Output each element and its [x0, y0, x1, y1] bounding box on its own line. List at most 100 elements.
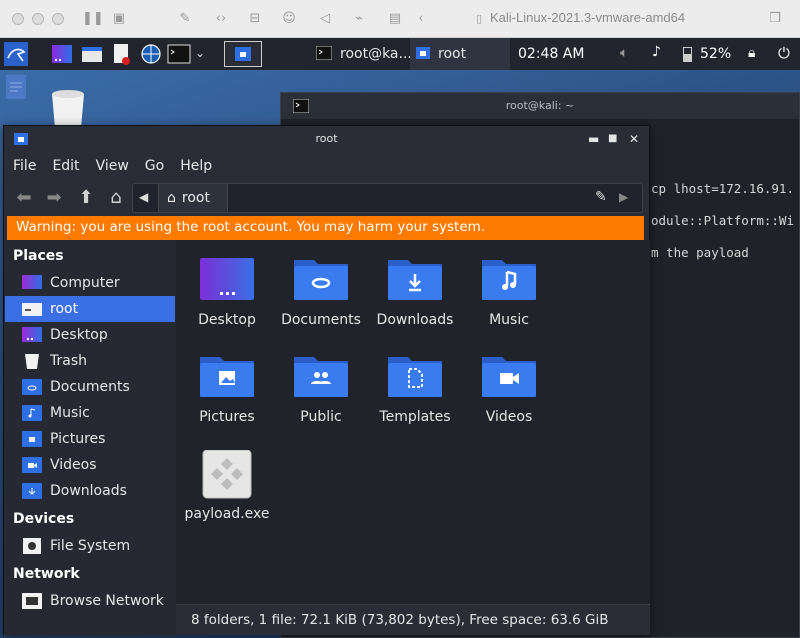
- fullscreen-icon[interactable]: ❐: [766, 10, 784, 28]
- minimize-window-button[interactable]: [32, 13, 44, 25]
- downloads-folder-icon: [22, 483, 42, 499]
- menu-edit[interactable]: Edit: [52, 158, 79, 174]
- file-item-pictures[interactable]: Pictures: [180, 343, 274, 433]
- notification-bell-icon[interactable]: ♪: [652, 44, 661, 60]
- menu-bar: File Edit View Go Help: [4, 152, 649, 180]
- sidebar-item-label: Trash: [50, 353, 87, 369]
- sidebar-item-browse-network[interactable]: Browse Network: [5, 588, 175, 614]
- videos-folder-icon: [482, 357, 536, 397]
- volume-icon[interactable]: 🔈︎: [620, 45, 628, 61]
- file-item-public[interactable]: Public: [274, 343, 368, 433]
- file-item-music[interactable]: Music: [462, 246, 556, 336]
- sidebar-item-label: Documents: [50, 379, 130, 395]
- clock[interactable]: 02:48 AM: [518, 38, 584, 70]
- sidebar-item-label: Music: [50, 405, 90, 421]
- browser-icon[interactable]: [139, 42, 163, 66]
- close-window-button[interactable]: [12, 13, 24, 25]
- minimize-icon[interactable]: ▬: [588, 126, 599, 152]
- file-item-downloads[interactable]: Downloads: [368, 246, 462, 336]
- home-icon[interactable]: ⌂: [104, 186, 128, 210]
- path-right-arrow-icon[interactable]: ▶: [619, 190, 628, 204]
- sidebar-item-desktop[interactable]: Desktop: [5, 322, 175, 348]
- sidebar-item-downloads[interactable]: Downloads: [5, 478, 175, 504]
- path-bar[interactable]: ◀ ⌂ root ✎ ▶: [132, 183, 643, 213]
- status-bar: 8 folders, 1 file: 72.1 KiB (73,802 byte…: [176, 604, 650, 635]
- sidebar-item-label: Browse Network: [50, 593, 164, 609]
- sidebar-item-videos[interactable]: Videos: [5, 452, 175, 478]
- user-icon[interactable]: ☺: [280, 10, 298, 28]
- file-item-templates[interactable]: Templates: [368, 343, 462, 433]
- desktop-folder-icon: [200, 258, 254, 300]
- forward-arrow-icon[interactable]: ➡: [42, 186, 66, 210]
- sidebar-item-root[interactable]: root: [5, 296, 175, 322]
- kali-menu-icon[interactable]: [4, 42, 28, 66]
- lock-icon[interactable]: 🔒︎: [748, 45, 755, 61]
- sidebar-item-trash[interactable]: Trash: [5, 348, 175, 374]
- breadcrumb-root[interactable]: ⌂ root: [158, 184, 228, 212]
- sidebar-item-pictures[interactable]: Pictures: [5, 426, 175, 452]
- sidebar: Places Computer root Desktop Trash Docum…: [4, 240, 176, 636]
- file-item-desktop[interactable]: Desktop: [180, 246, 274, 336]
- usb-icon[interactable]: ⌁: [350, 10, 368, 28]
- text-editor-icon[interactable]: [110, 42, 134, 66]
- sidebar-item-label: root: [50, 301, 79, 317]
- desktop-file-icon[interactable]: [6, 75, 26, 99]
- up-arrow-icon[interactable]: ⬆: [74, 186, 98, 210]
- file-label: Downloads: [376, 312, 454, 328]
- file-item-videos[interactable]: Videos: [462, 343, 556, 433]
- maximize-icon[interactable]: ■: [608, 126, 617, 152]
- desktop-trash-icon[interactable]: [48, 90, 88, 128]
- sidebar-item-computer[interactable]: Computer: [5, 270, 175, 296]
- menu-go[interactable]: Go: [145, 158, 164, 174]
- sidebar-item-file-system[interactable]: File System: [5, 533, 175, 559]
- show-desktop-icon[interactable]: [50, 42, 74, 66]
- terminal-line: odule::Platform::Wi: [651, 213, 794, 228]
- toolbar: ⬅ ➡ ⬆ ⌂ ◀ ⌂ root ✎ ▶: [4, 180, 649, 216]
- path-left-arrow-icon[interactable]: ◀: [139, 190, 148, 204]
- network-icon: [22, 593, 42, 609]
- pause-icon[interactable]: ❚❚: [82, 10, 104, 28]
- sidebar-item-label: Downloads: [50, 483, 127, 499]
- task-terminal[interactable]: root@ka...: [308, 38, 412, 70]
- close-icon[interactable]: ✕: [629, 126, 639, 152]
- back-chevron-icon[interactable]: ‹: [412, 10, 430, 28]
- file-item-documents[interactable]: Documents: [274, 246, 368, 336]
- sidebar-item-documents[interactable]: Documents: [5, 374, 175, 400]
- menu-view[interactable]: View: [96, 158, 129, 174]
- snapshot-icon[interactable]: ▣: [110, 10, 128, 28]
- sidebar-item-music[interactable]: Music: [5, 400, 175, 426]
- settings-wrench-icon[interactable]: ✎: [176, 10, 194, 28]
- file-label: Desktop: [198, 312, 256, 328]
- file-icon-view[interactable]: Desktop Documents Downloads Music Pictur…: [176, 240, 650, 604]
- terminal-launcher-icon[interactable]: [167, 42, 191, 66]
- fm-titlebar[interactable]: root ▬ ■ ✕: [4, 126, 649, 152]
- terminal-task-icon: [316, 46, 332, 60]
- menu-help[interactable]: Help: [180, 158, 212, 174]
- terminal-line: cp lhost=172.16.91.: [651, 181, 794, 196]
- edit-path-pencil-icon[interactable]: ✎: [595, 189, 607, 205]
- power-icon[interactable]: ⏻: [778, 44, 790, 62]
- battery-icon[interactable]: [683, 47, 692, 62]
- task-file-manager[interactable]: root: [410, 38, 510, 70]
- file-item-payload-exe[interactable]: payload.exe: [180, 440, 274, 530]
- file-manager-icon[interactable]: [80, 42, 104, 66]
- sidebar-item-label: Desktop: [50, 327, 108, 343]
- zoom-window-button[interactable]: [52, 13, 64, 25]
- disk-icon[interactable]: ⊟: [246, 10, 264, 28]
- workspace-switcher[interactable]: [224, 41, 262, 67]
- launcher-dropdown-icon[interactable]: ⌄: [195, 46, 205, 60]
- pictures-folder-icon: [22, 431, 42, 447]
- file-manager-window: root ▬ ■ ✕ File Edit View Go Help ⬅ ➡ ⬆ …: [3, 125, 650, 636]
- home-folder-icon: [22, 303, 42, 316]
- share-folder-icon[interactable]: ▤: [386, 10, 404, 28]
- code-icon[interactable]: ‹›: [212, 10, 230, 28]
- file-label: Public: [300, 409, 342, 425]
- root-warning-banner: Warning: you are using the root account.…: [7, 216, 644, 240]
- volume-icon[interactable]: ◁: [316, 10, 334, 28]
- terminal-title: root@kali: ~: [505, 99, 575, 112]
- file-label: Templates: [379, 409, 451, 425]
- back-arrow-icon[interactable]: ⬅: [12, 186, 36, 210]
- battery-percent: 52%: [700, 46, 732, 62]
- menu-file[interactable]: File: [13, 158, 36, 174]
- executable-file-icon: [202, 450, 252, 499]
